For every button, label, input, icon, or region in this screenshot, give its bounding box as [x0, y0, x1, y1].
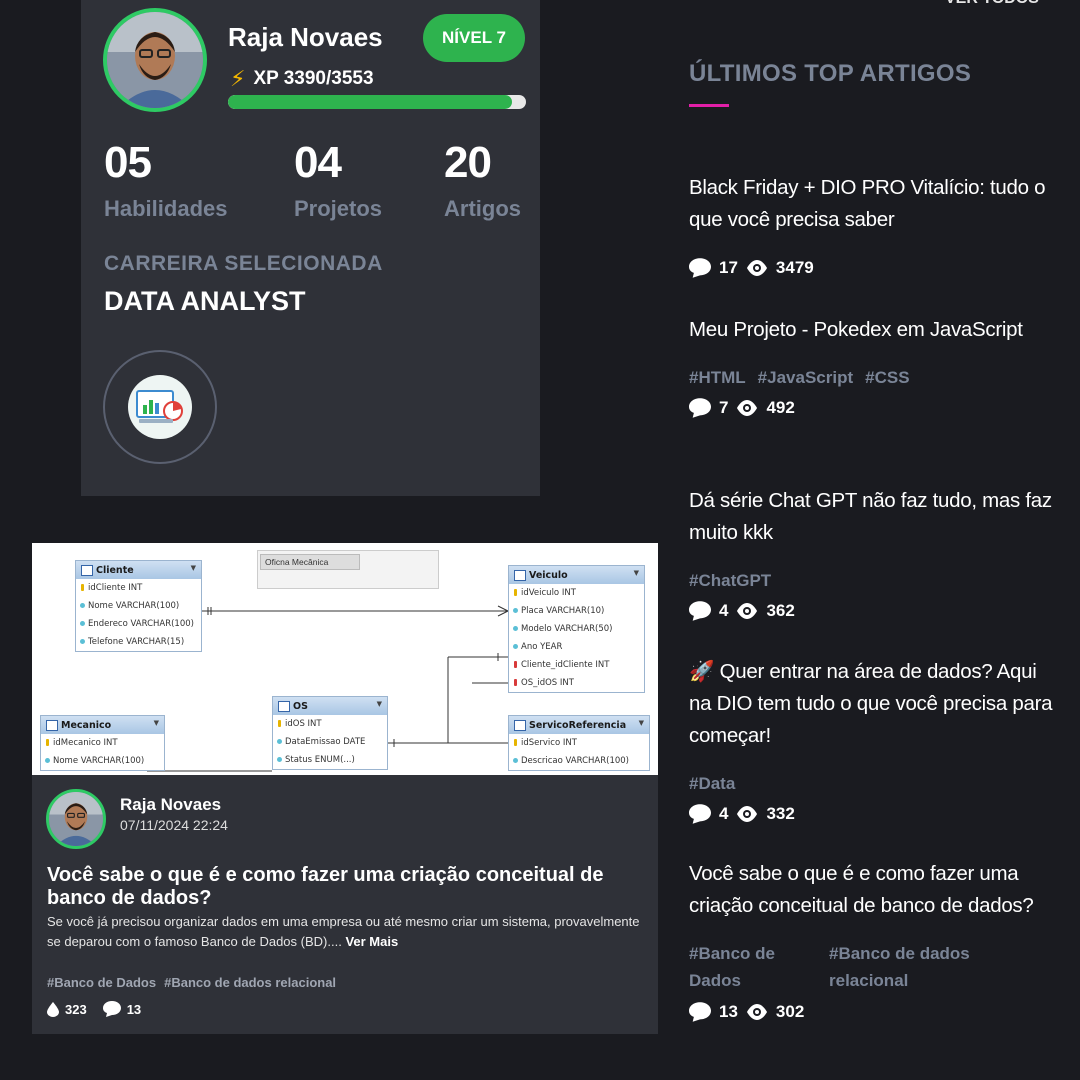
read-more-link[interactable]: Ver Mais [345, 934, 398, 949]
article-date: 07/11/2024 22:24 [120, 817, 228, 833]
comment-icon [689, 398, 711, 418]
stat-habilidades[interactable]: 05 Habilidades [104, 138, 227, 222]
comment-icon[interactable] [102, 1001, 121, 1017]
profile-card: Raja Novaes NÍVEL 7 ⚡ XP 3390/3553 05 Ha… [81, 0, 540, 496]
author-name[interactable]: Raja Novaes [120, 795, 228, 815]
comment-icon [689, 601, 711, 621]
top-article-stats: 17 3479 [689, 258, 1059, 278]
stat-label: Habilidades [104, 196, 228, 221]
data-analyst-icon [128, 375, 192, 439]
author-photo [49, 792, 103, 846]
article-author[interactable]: Raja Novaes 07/11/2024 22:24 [46, 789, 228, 849]
career-value: DATA ANALYST [104, 286, 306, 316]
stat-label: Artigos [444, 196, 521, 221]
stat-projetos[interactable]: 04 Projetos [294, 138, 382, 222]
comments-count: 17 [719, 258, 738, 277]
profile-name: Raja Novaes [228, 22, 383, 52]
top-article-tags: #ChatGPT [689, 571, 1059, 591]
top-article-title[interactable]: Meu Projeto - Pokedex em JavaScript [689, 314, 1059, 346]
views-count: 3479 [775, 258, 814, 277]
tag[interactable]: #ChatGPT [689, 571, 771, 591]
stat-label: Projetos [294, 196, 383, 221]
see-all-link[interactable]: VER TODOS [945, 0, 1039, 8]
stat-value: 05 [104, 138, 152, 187]
comment-icon [689, 258, 711, 278]
avatar[interactable] [103, 8, 207, 112]
section-underline [689, 104, 729, 107]
top-article-title[interactable]: Você sabe o que é e como fazer uma criaç… [689, 858, 1059, 922]
tag[interactable]: #Data [689, 774, 735, 794]
tag[interactable]: #HTML [689, 368, 746, 388]
diagram-table-servicoreferencia: ServicoReferencia idServico INT Descrica… [508, 715, 650, 771]
article-excerpt: Se você já precisou organizar dados em u… [47, 914, 640, 949]
top-article-stats: 13 302 [689, 1002, 1059, 1022]
top-article-title[interactable]: 🚀 Quer entrar na área de dados? Aqui na … [689, 656, 1059, 752]
top-article-tags: #HTML #JavaScript #CSS [689, 368, 1059, 388]
tag[interactable]: #CSS [865, 368, 909, 388]
section-title: ÚLTIMOS TOP ARTIGOS [689, 60, 972, 87]
article-stats: 323 13 [47, 1001, 141, 1017]
comments-count: 13 [719, 1002, 738, 1021]
tag[interactable]: #Banco de Dados [689, 940, 785, 994]
comments-count: 4 [719, 601, 729, 620]
article-title[interactable]: Você sabe o que é e como fazer uma criaç… [47, 864, 643, 910]
tag[interactable]: #JavaScript [758, 368, 853, 388]
xp-progress-bar [228, 95, 526, 109]
views-count: 362 [766, 601, 795, 620]
diagram-table-veiculo: Veiculo idVeiculo INT Placa VARCHAR(10) … [508, 565, 645, 693]
comments-count: 4 [719, 804, 729, 823]
xp-row: ⚡ XP 3390/3553 [230, 66, 374, 92]
eye-icon [737, 603, 758, 619]
xp-text: XP 3390/3553 [253, 68, 374, 89]
eye-icon [746, 1004, 767, 1020]
top-article-stats: 4 332 [689, 804, 1059, 824]
career-label: CARREIRA SELECIONADA [104, 252, 383, 275]
diagram-table-os: OS idOS INT DataEmissao DATE Status ENUM… [272, 696, 388, 770]
xp-progress-fill [228, 95, 513, 109]
top-article-tags: #Data [689, 774, 1059, 794]
diagram-table-mecanico: Mecanico idMecanico INT Nome VARCHAR(100… [40, 715, 165, 771]
comment-icon [689, 1002, 711, 1022]
tag[interactable]: #Banco de dados relacional [829, 940, 999, 994]
comment-icon [689, 804, 711, 824]
eye-icon [737, 400, 758, 416]
top-article-stats: 4 362 [689, 601, 1059, 621]
top-article-3[interactable]: Dá série Chat GPT não faz tudo, mas faz … [689, 485, 1059, 621]
top-article-2[interactable]: Meu Projeto - Pokedex em JavaScript #HTM… [689, 314, 1059, 418]
top-article-5[interactable]: Você sabe o que é e como fazer uma criaç… [689, 858, 1059, 1022]
likes-count: 323 [65, 1001, 87, 1017]
stat-artigos[interactable]: 20 Artigos [444, 138, 521, 222]
comments-count: 13 [126, 1001, 142, 1017]
drop-icon[interactable] [47, 1001, 59, 1017]
comments-count: 7 [719, 398, 729, 417]
top-article-1[interactable]: Black Friday + DIO PRO Vitalício: tudo o… [689, 172, 1059, 278]
lightning-icon: ⚡ [230, 66, 246, 91]
views-count: 302 [775, 1002, 805, 1021]
article-cover-diagram[interactable]: Oficna Mecânica Cliente idCliente INT No… [32, 543, 658, 775]
stat-value: 04 [294, 138, 342, 187]
top-article-4[interactable]: 🚀 Quer entrar na área de dados? Aqui na … [689, 656, 1059, 824]
stat-value: 20 [444, 138, 492, 187]
article-card[interactable]: Oficna Mecânica Cliente idCliente INT No… [32, 543, 658, 1034]
tag[interactable]: #Banco de Dados [47, 975, 156, 990]
top-article-tags: #Banco de Dados #Banco de dados relacion… [689, 940, 1059, 994]
top-article-stats: 7 492 [689, 398, 1059, 418]
article-tags: #Banco de Dados #Banco de dados relacion… [47, 975, 336, 990]
diagram-table-cliente: Cliente idCliente INT Nome VARCHAR(100) … [75, 560, 202, 652]
eye-icon [746, 260, 767, 276]
level-badge: NÍVEL 7 [423, 14, 525, 62]
views-count: 492 [766, 398, 795, 417]
views-count: 332 [766, 804, 795, 823]
diagram-note: Oficna Mecânica [257, 550, 439, 589]
avatar-photo [107, 12, 203, 108]
top-article-title[interactable]: Black Friday + DIO PRO Vitalício: tudo o… [689, 172, 1059, 236]
tag[interactable]: #Banco de dados relacional [164, 975, 336, 990]
author-avatar[interactable] [46, 789, 106, 849]
career-badge[interactable] [103, 350, 217, 464]
top-article-title[interactable]: Dá série Chat GPT não faz tudo, mas faz … [689, 485, 1059, 549]
eye-icon [737, 806, 758, 822]
